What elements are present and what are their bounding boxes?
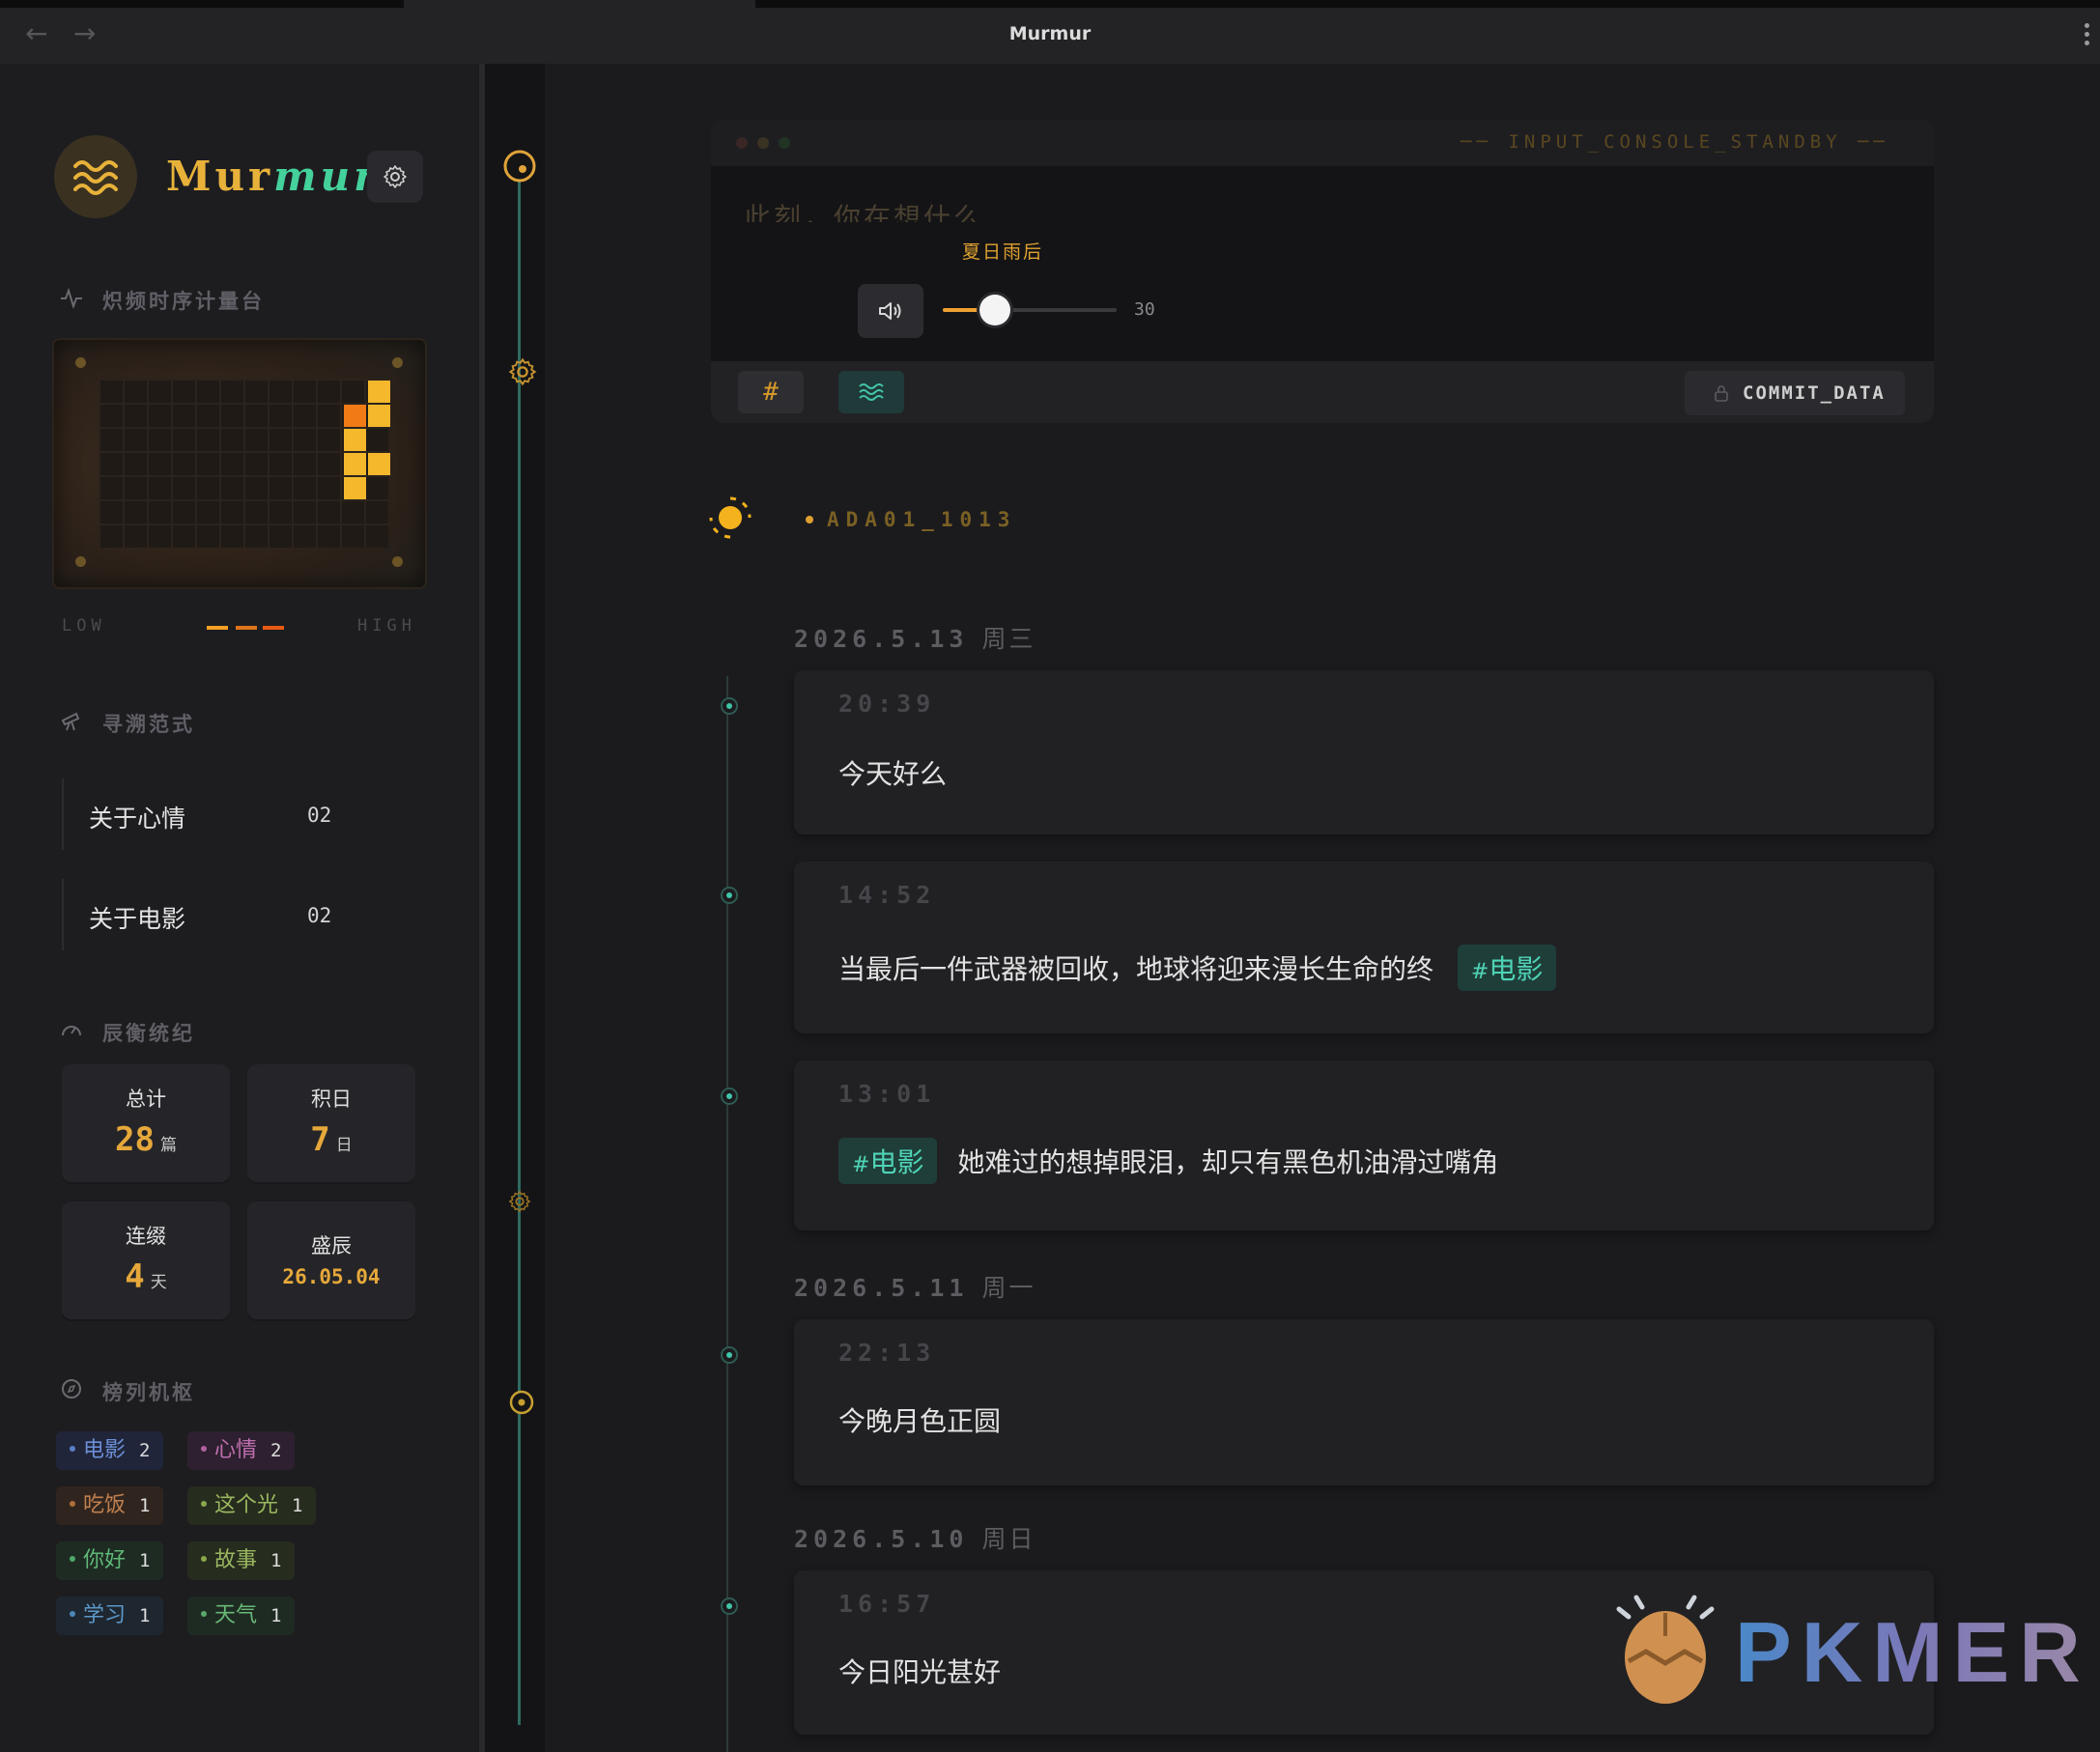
sound-mode-button[interactable]	[838, 371, 904, 413]
stat-total: 总计 28 篇	[62, 1064, 230, 1182]
entry-text: 她难过的想掉眼泪，却只有黑色机油滑过嘴角	[957, 1146, 1499, 1178]
tag-light[interactable]: 这个光 1	[187, 1486, 317, 1525]
compass-icon	[62, 1379, 81, 1399]
tag-movie[interactable]: 电影 2	[56, 1431, 164, 1470]
sun-avatar-icon	[709, 496, 752, 539]
console-dot-red	[736, 137, 748, 149]
console-dot-yellow	[757, 137, 769, 149]
tag-mood[interactable]: 心情 2	[187, 1431, 296, 1470]
legend-swatch	[236, 626, 257, 630]
heatmap-cell[interactable]	[344, 477, 366, 499]
heatmap-section-title: 炽频时序计量台	[102, 290, 265, 313]
entry-text: 当最后一件武器被回收，地球将迎来漫长生命的终	[838, 953, 1434, 985]
pulse-icon	[61, 287, 82, 309]
rail-gear-icon[interactable]	[508, 357, 537, 386]
speaker-icon	[879, 302, 901, 320]
user-id: ADA01_1013	[827, 508, 1017, 531]
stat-streak: 连缀 4天	[62, 1201, 230, 1319]
entry-text: 今天好么	[838, 758, 948, 790]
heatmap-cell[interactable]	[368, 453, 390, 475]
entry-time: 13:01	[838, 1080, 936, 1108]
timeline-dot	[721, 1088, 738, 1105]
entry-tag-chip[interactable]: #电影	[838, 1138, 938, 1184]
rail-target-icon[interactable]	[508, 1389, 535, 1416]
user-status-dot	[806, 516, 813, 523]
telescope-icon	[61, 712, 80, 731]
timeline-dot	[721, 1597, 738, 1615]
timeline-dot	[721, 887, 738, 904]
settings-button[interactable]	[367, 151, 423, 203]
view-item-movie[interactable]: 关于电影 02	[62, 879, 354, 950]
sound-toggle-button[interactable]	[858, 284, 923, 338]
views-section-title: 寻溯范式	[102, 713, 195, 736]
entry-card[interactable]: 20:39 今天好么	[794, 670, 1934, 834]
heatmap-high-label: HIGH	[357, 616, 416, 636]
title-bar: ← → Murmur	[0, 0, 2100, 65]
console-status: ── INPUT_CONSOLE_STANDBY ──	[1461, 131, 1889, 153]
volume-value: 30	[1134, 299, 1155, 320]
heatmap-cell[interactable]	[344, 453, 366, 475]
entry-time: 20:39	[838, 690, 936, 718]
rail-gear-small-icon[interactable]	[508, 1190, 531, 1213]
logo-icon	[54, 135, 137, 218]
timeline-dot	[721, 1346, 738, 1364]
view-item-mood[interactable]: 关于心情 02	[62, 778, 354, 850]
entry-time: 14:52	[838, 881, 936, 909]
legend-swatch	[263, 626, 284, 630]
tags-section-title: 榜列机枢	[102, 1381, 195, 1404]
watermark-text: PKMER	[1735, 1604, 2090, 1700]
date-header: 2026.5.11 周一	[794, 1274, 1036, 1302]
gear-icon	[383, 165, 407, 188]
feed-timeline-line	[726, 676, 728, 1752]
lock-icon	[1715, 385, 1728, 402]
console-dot-green	[779, 137, 790, 149]
entry-input[interactable]: 此刻，你在想什么	[744, 197, 983, 222]
timeline-rail	[479, 64, 545, 1752]
tag-study[interactable]: 学习 1	[56, 1597, 164, 1635]
more-options-icon[interactable]	[2085, 23, 2090, 49]
entry-tag-chip[interactable]: #电影	[1457, 945, 1557, 991]
app-name: Murmur	[166, 153, 380, 200]
date-header: 2026.5.10 周日	[794, 1525, 1036, 1553]
tag-weather[interactable]: 天气 1	[187, 1597, 296, 1635]
entry-text: 今日阳光甚好	[838, 1656, 1002, 1688]
date-header: 2026.5.13 周三	[794, 625, 1036, 653]
heatmap-cell[interactable]	[368, 381, 390, 403]
heatmap-cell[interactable]	[344, 405, 366, 427]
stat-peak-day: 盛辰 26.05.04	[247, 1201, 415, 1319]
tag-meal[interactable]: 吃饭 1	[56, 1486, 164, 1525]
stats-section-title: 辰衡统纪	[102, 1022, 195, 1045]
entry-card[interactable]: 22:13 今晚月色正圆	[794, 1319, 1934, 1485]
rail-marker-icon[interactable]	[502, 149, 537, 184]
commit-button[interactable]: COMMIT_DATA	[1685, 371, 1905, 415]
tag-story[interactable]: 故事 1	[187, 1541, 296, 1580]
heatmap-cell[interactable]	[344, 429, 366, 451]
volume-slider[interactable]	[943, 295, 1117, 325]
entry-time: 22:13	[838, 1339, 936, 1367]
entry-card[interactable]: 13:01 #电影 她难过的想掉眼泪，却只有黑色机油滑过嘴角	[794, 1060, 1934, 1230]
entry-time: 16:57	[838, 1590, 936, 1618]
entry-card[interactable]: 14:52 当最后一件武器被回收，地球将迎来漫长生命的终 #电影	[794, 862, 1934, 1033]
heatmap-cell[interactable]	[368, 405, 390, 427]
window-title: Murmur	[1008, 23, 1092, 44]
pkmer-logo-icon	[1616, 1595, 1715, 1704]
heatmap-low-label: LOW	[62, 616, 106, 636]
tag-insert-button[interactable]: #	[738, 371, 804, 413]
stat-days: 积日 7日	[247, 1064, 415, 1182]
activity-heatmap	[54, 340, 425, 587]
timeline-dot	[721, 697, 738, 715]
legend-swatch	[207, 626, 228, 630]
waves-icon	[859, 383, 884, 401]
entry-text: 今晚月色正圆	[838, 1405, 1002, 1437]
gauge-icon	[62, 1026, 81, 1036]
volume-knob[interactable]	[979, 295, 1010, 325]
tag-hello[interactable]: 你好 1	[56, 1541, 164, 1580]
sound-name: 夏日雨后	[962, 241, 1044, 263]
